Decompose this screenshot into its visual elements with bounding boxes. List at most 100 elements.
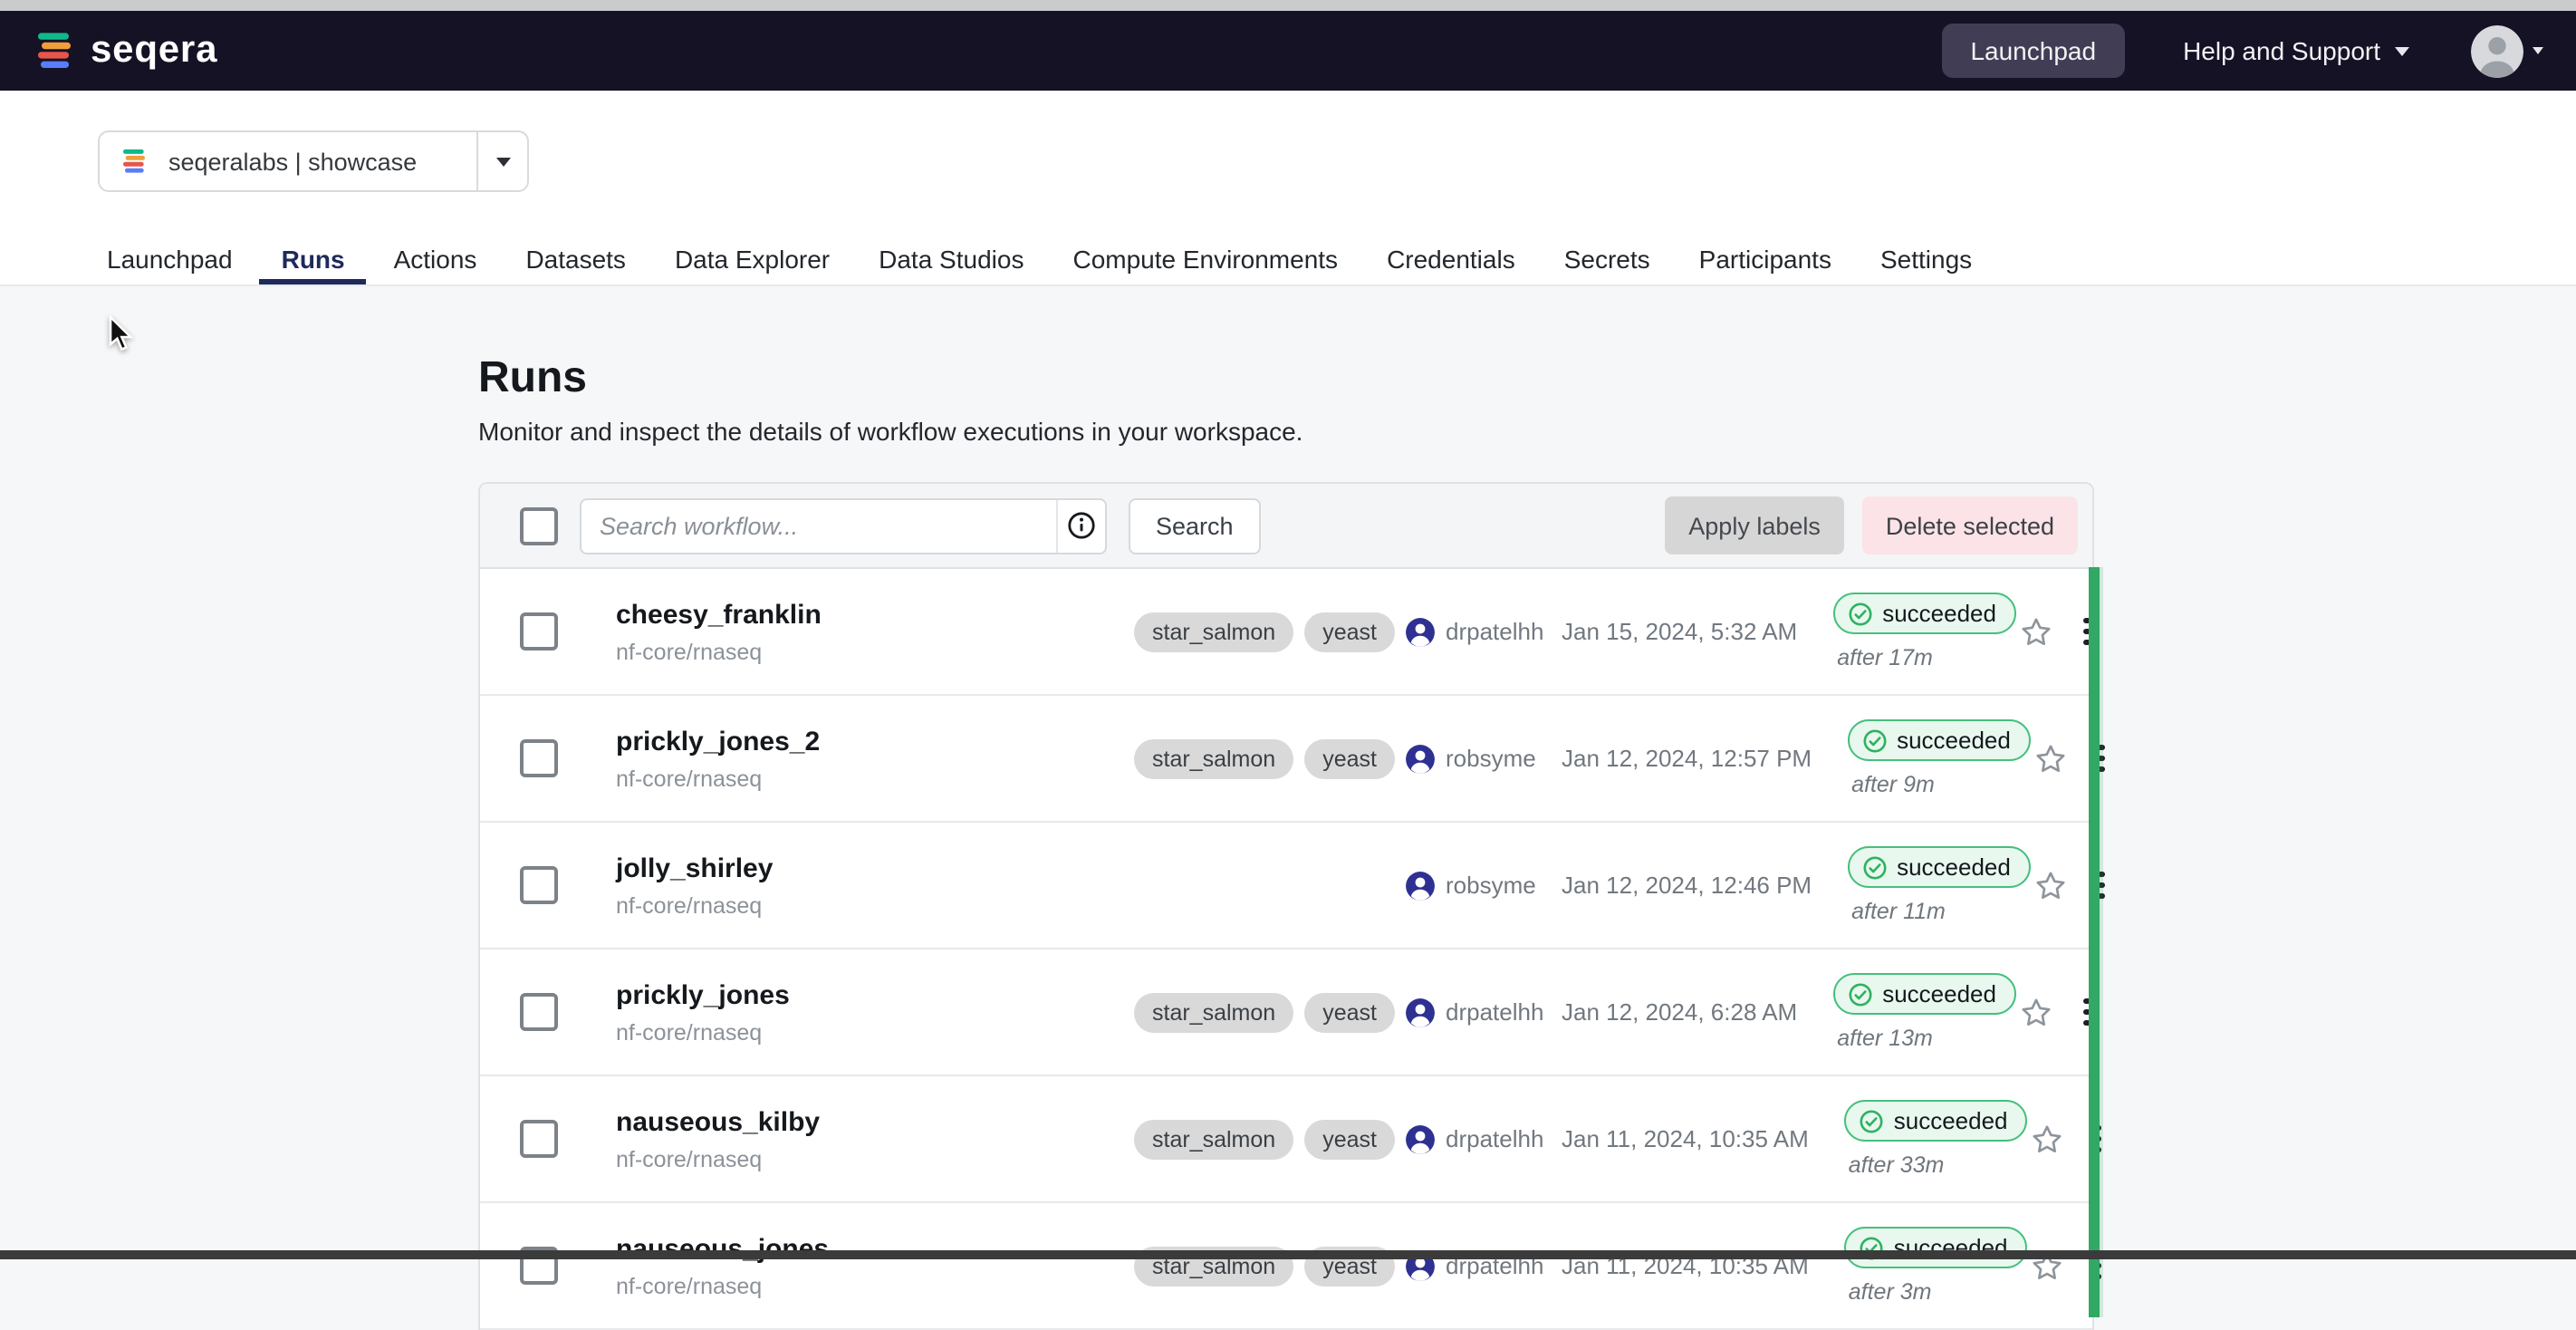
run-checkbox[interactable] [520, 993, 558, 1031]
run-user: drpatelhh [1406, 1124, 1562, 1153]
check-circle-icon [1848, 982, 1873, 1007]
run-name-link[interactable]: prickly_jones [616, 979, 1134, 1010]
run-pipeline: nf-core/rnaseq [616, 639, 1134, 664]
run-pipeline: nf-core/rnaseq [616, 766, 1134, 791]
run-pipeline: nf-core/rnaseq [616, 1273, 1134, 1298]
label-badge: star_salmon [1134, 992, 1293, 1032]
help-and-support-menu[interactable]: Help and Support [2183, 36, 2409, 65]
workspace-dropdown-toggle[interactable] [478, 157, 527, 166]
status-badge: succeeded [1845, 1228, 2028, 1269]
chevron-down-icon [495, 157, 510, 166]
run-duration: after 13m [1837, 1026, 2018, 1051]
search-button[interactable]: Search [1129, 497, 1261, 554]
star-icon[interactable] [2018, 613, 2054, 650]
run-row: jolly_shirley nf-core/rnaseq robsyme Jan… [480, 823, 2092, 949]
delete-selected-button[interactable]: Delete selected [1862, 496, 2078, 554]
run-duration: after 33m [1849, 1152, 2030, 1178]
window-bottom-edge [0, 1250, 2576, 1259]
check-circle-icon [1848, 602, 1873, 627]
seqera-logo-icon [33, 29, 76, 72]
run-status: succeeded after 13m [1833, 974, 2018, 1051]
label-badge: star_salmon [1134, 738, 1293, 778]
tab-actions[interactable]: Actions [372, 245, 499, 284]
status-label: succeeded [1882, 601, 1996, 628]
tab-participants[interactable]: Participants [1677, 245, 1853, 284]
select-all-checkbox[interactable] [520, 506, 558, 545]
run-date: Jan 12, 2024, 6:28 AM [1562, 998, 1797, 1026]
search-info-button[interactable] [1056, 499, 1105, 552]
run-pipeline: nf-core/rnaseq [616, 1146, 1134, 1171]
status-label: succeeded [1882, 981, 1996, 1008]
run-row: nauseous_kilby nf-core/rnaseq star_salmo… [480, 1076, 2092, 1203]
tab-launchpad[interactable]: Launchpad [85, 245, 255, 284]
check-circle-icon [1862, 728, 1888, 754]
tab-settings[interactable]: Settings [1859, 245, 1994, 284]
chevron-down-icon [2533, 47, 2543, 54]
runs-table-card: Search Apply labels Delete selected chee… [478, 482, 2094, 1330]
tab-data-explorer[interactable]: Data Explorer [653, 245, 851, 284]
search-field-group [580, 497, 1107, 554]
workspace-header: seqeralabs | showcase Launchpad Runs Act… [0, 91, 2576, 286]
run-pipeline: nf-core/rnaseq [616, 892, 1134, 918]
run-checkbox[interactable] [520, 1120, 558, 1158]
tab-compute-environments[interactable]: Compute Environments [1051, 245, 1360, 284]
run-name-link[interactable]: prickly_jones_2 [616, 726, 1134, 757]
label-badge: yeast [1304, 992, 1395, 1032]
run-status: succeeded after 11m [1848, 847, 2033, 924]
run-checkbox[interactable] [520, 866, 558, 904]
run-labels: star_salmon yeast [1134, 738, 1406, 778]
workspace-selector[interactable]: seqeralabs | showcase [98, 130, 529, 192]
tab-credentials[interactable]: Credentials [1365, 245, 1537, 284]
star-icon[interactable] [2033, 740, 2069, 776]
status-label: succeeded [1894, 1108, 2008, 1135]
run-pipeline: nf-core/rnaseq [616, 1019, 1134, 1045]
user-avatar-icon [1406, 617, 1435, 646]
launchpad-nav-button[interactable]: Launchpad [1941, 24, 2125, 78]
run-checkbox[interactable] [520, 739, 558, 777]
runs-page: Runs Monitor and inspect the details of … [0, 286, 2576, 1330]
run-user: robsyme [1406, 744, 1562, 773]
label-badge: star_salmon [1134, 612, 1293, 651]
mouse-cursor [103, 315, 139, 355]
run-date: Jan 12, 2024, 12:57 PM [1562, 745, 1812, 772]
run-row: nauseous_jones nf-core/rnaseq star_salmo… [480, 1203, 2092, 1330]
top-navbar: seqera Launchpad Help and Support [0, 11, 2576, 91]
user-avatar-icon [1406, 998, 1435, 1026]
run-date: Jan 15, 2024, 5:32 AM [1562, 618, 1797, 645]
check-circle-icon [1860, 1109, 1885, 1134]
avatar-icon [2471, 24, 2523, 77]
run-status: succeeded after 33m [1845, 1101, 2030, 1178]
label-badge: star_salmon [1134, 1119, 1293, 1159]
run-duration: after 17m [1837, 645, 2018, 670]
tab-runs[interactable]: Runs [260, 245, 367, 284]
tab-secrets[interactable]: Secrets [1543, 245, 1672, 284]
star-icon[interactable] [2033, 867, 2069, 903]
status-badge: succeeded [1833, 974, 2016, 1016]
user-menu[interactable] [2471, 24, 2543, 77]
user-avatar-icon [1406, 871, 1435, 900]
star-icon[interactable] [2030, 1121, 2066, 1157]
star-icon[interactable] [2018, 994, 2054, 1030]
label-badge: yeast [1304, 738, 1395, 778]
chevron-down-icon [2395, 46, 2409, 55]
label-badge: yeast [1304, 612, 1395, 651]
run-user: drpatelhh [1406, 998, 1562, 1026]
run-user-name: robsyme [1446, 745, 1536, 772]
run-name-link[interactable]: nauseous_kilby [616, 1106, 1134, 1137]
run-name-link[interactable]: cheesy_franklin [616, 599, 1134, 630]
run-user: robsyme [1406, 871, 1562, 900]
run-user-name: drpatelhh [1446, 998, 1543, 1026]
seqera-brand[interactable]: seqera [33, 29, 217, 72]
tab-data-studios[interactable]: Data Studios [857, 245, 1045, 284]
window-top-edge [0, 0, 2576, 11]
page-subtitle: Monitor and inspect the details of workf… [478, 417, 2576, 446]
workspace-tabs: Launchpad Runs Actions Datasets Data Exp… [0, 245, 2576, 284]
tab-datasets[interactable]: Datasets [504, 245, 648, 284]
run-checkbox[interactable] [520, 612, 558, 651]
workspace-name: seqeralabs | showcase [168, 148, 417, 175]
run-duration: after 11m [1851, 899, 2033, 924]
run-name-link[interactable]: jolly_shirley [616, 853, 1134, 883]
run-date: Jan 11, 2024, 10:35 AM [1562, 1125, 1809, 1152]
apply-labels-button[interactable]: Apply labels [1665, 496, 1844, 554]
search-input[interactable] [582, 499, 1056, 552]
